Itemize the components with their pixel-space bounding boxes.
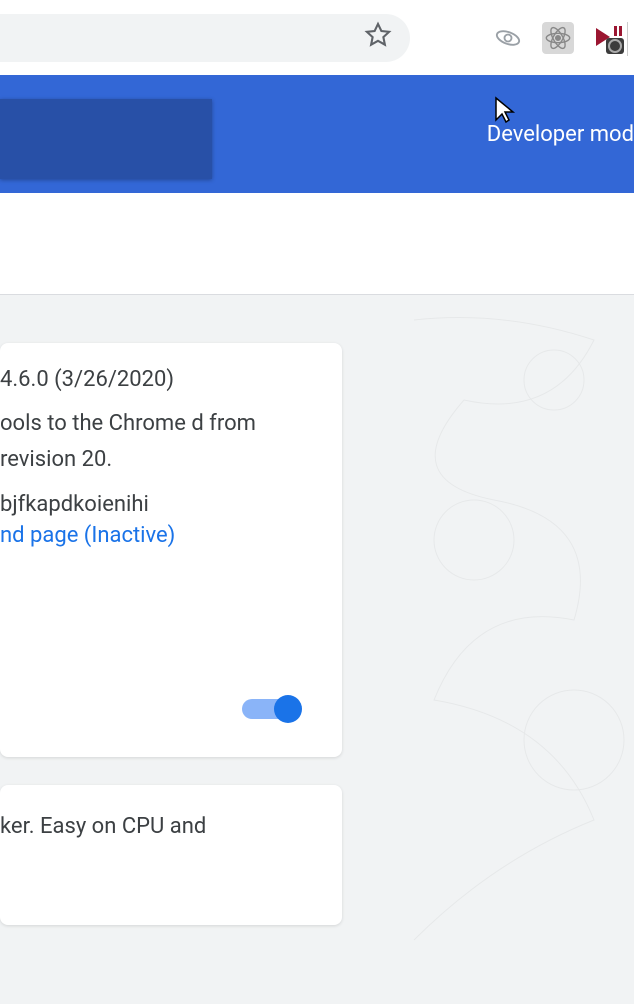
toolbar-row [0, 193, 634, 295]
cursor-icon [494, 96, 518, 131]
extension-description: ker. Easy on CPU and [0, 809, 314, 845]
extension-description: ools to the Chrome d from revision 20. [0, 406, 314, 478]
address-bar[interactable] [0, 14, 410, 62]
extensions-header: Developer mod [0, 75, 634, 193]
extension-enable-toggle[interactable] [242, 697, 298, 721]
header-button-placeholder[interactable] [0, 99, 212, 179]
extensions-content: 4.6.0 (3/26/2020) ools to the Chrome d f… [0, 343, 634, 925]
extension-card: 4.6.0 (3/26/2020) ools to the Chrome d f… [0, 343, 342, 757]
extension-id: bjfkapdkoienihi [0, 492, 314, 517]
devtools-extension-icon[interactable] [592, 22, 624, 54]
background-page-link[interactable]: nd page (Inactive) [0, 523, 314, 548]
browser-toolbar [0, 0, 634, 75]
bookmark-star-icon[interactable] [364, 21, 392, 56]
extension-card: ker. Easy on CPU and [0, 785, 342, 925]
orbit-extension-icon[interactable] [492, 22, 524, 54]
extension-version: 4.6.0 (3/26/2020) [0, 367, 314, 392]
react-extension-icon[interactable] [542, 22, 574, 54]
toolbar-divider [627, 22, 628, 56]
